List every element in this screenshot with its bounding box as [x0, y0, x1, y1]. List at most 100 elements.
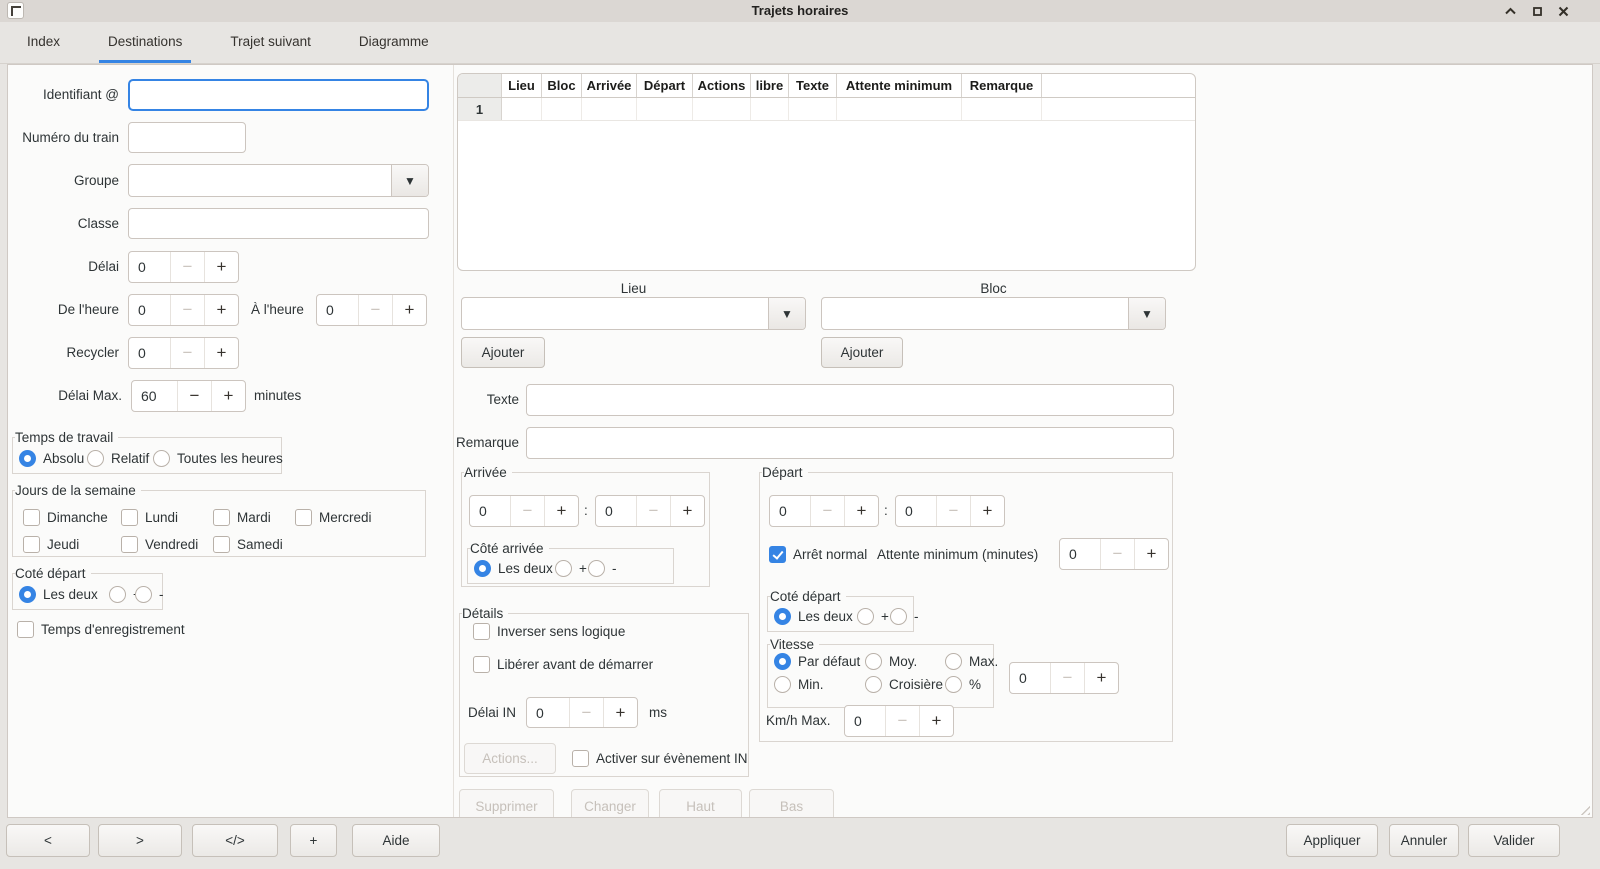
table-row[interactable]: 1 — [458, 98, 1195, 121]
plus-button[interactable]: + — [670, 496, 704, 526]
kmh-max-value[interactable]: 0 — [845, 706, 885, 736]
radio-icon[interactable] — [945, 653, 962, 670]
depart-hour-spinbox[interactable]: 0 − + — [769, 495, 879, 527]
tab-destinations[interactable]: Destinations — [99, 22, 191, 63]
radio-croisiere[interactable]: Croisière — [865, 676, 943, 693]
delai-max-value[interactable]: 60 — [132, 381, 177, 411]
depart-minute-spinbox[interactable]: 0 − + — [895, 495, 1005, 527]
column-header-arrivee[interactable]: Arrivée — [582, 74, 637, 97]
haut-button[interactable]: Haut — [659, 789, 742, 818]
radio-percent[interactable]: % — [945, 676, 981, 693]
plus-button[interactable]: + — [392, 295, 426, 325]
destinations-table[interactable]: Lieu Bloc Arrivée Départ Actions libre T… — [457, 73, 1196, 271]
radio-minus[interactable]: - — [588, 560, 617, 577]
depart-hour-value[interactable]: 0 — [770, 496, 810, 526]
close-icon[interactable] — [1556, 4, 1571, 19]
plus-button[interactable]: + — [970, 496, 1004, 526]
checkbox-icon[interactable] — [121, 536, 138, 553]
recycler-value[interactable]: 0 — [129, 338, 170, 368]
remarque-input[interactable] — [526, 427, 1174, 459]
tab-diagramme[interactable]: Diagramme — [350, 22, 438, 63]
cell-texte[interactable] — [789, 98, 837, 120]
minus-button[interactable]: − — [1100, 539, 1134, 569]
checkbox-mercredi[interactable]: Mercredi — [295, 509, 372, 526]
minus-button[interactable]: − — [170, 338, 204, 368]
radio-icon[interactable] — [945, 676, 962, 693]
checkbox-icon[interactable] — [473, 656, 490, 673]
plus-button[interactable]: + — [603, 698, 637, 727]
delai-spinbox[interactable]: 0 − + — [128, 251, 239, 283]
a-lheure-spinbox[interactable]: 0 − + — [316, 294, 427, 326]
radio-icon[interactable] — [774, 653, 791, 670]
checkbox-samedi[interactable]: Samedi — [213, 536, 283, 553]
radio-minus[interactable]: - — [135, 586, 164, 603]
radio-les-deux[interactable]: Les deux — [774, 608, 853, 625]
plus-button[interactable]: + — [204, 252, 238, 282]
cell-actions[interactable] — [693, 98, 751, 120]
plus-button[interactable]: + — [1134, 539, 1168, 569]
radio-toutes-les-heures[interactable]: Toutes les heures — [153, 450, 283, 467]
minimize-icon[interactable] — [1503, 4, 1518, 19]
radio-les-deux[interactable]: Les deux — [474, 560, 553, 577]
radio-icon[interactable] — [588, 560, 605, 577]
minus-button[interactable]: − — [936, 496, 970, 526]
vitesse-spinbox[interactable]: 0 − + — [1009, 662, 1119, 694]
radio-icon[interactable] — [865, 676, 882, 693]
delai-max-spinbox[interactable]: 60 − + — [131, 380, 246, 412]
minus-button[interactable]: − — [810, 496, 844, 526]
arrivee-hour-spinbox[interactable]: 0 − + — [469, 495, 579, 527]
valider-button[interactable]: Valider — [1468, 824, 1560, 857]
tab-trajet-suivant[interactable]: Trajet suivant — [221, 22, 320, 63]
cell-remarque[interactable] — [962, 98, 1042, 120]
checkbox-lundi[interactable]: Lundi — [121, 509, 178, 526]
column-header-attente-minimum[interactable]: Attente minimum — [837, 74, 962, 97]
radio-icon[interactable] — [774, 608, 791, 625]
vitesse-value[interactable]: 0 — [1010, 663, 1050, 693]
minus-button[interactable]: − — [636, 496, 670, 526]
minus-button[interactable]: − — [170, 295, 204, 325]
checkbox-icon[interactable] — [23, 536, 40, 553]
cell-libre[interactable] — [751, 98, 789, 120]
plus-button[interactable]: + — [919, 706, 953, 736]
delai-value[interactable]: 0 — [129, 252, 170, 282]
checkbox-icon[interactable] — [17, 621, 34, 638]
plus-button[interactable]: + — [1084, 663, 1118, 693]
chevron-down-icon[interactable]: ▼ — [768, 298, 805, 329]
appliquer-button[interactable]: Appliquer — [1286, 824, 1378, 857]
arrivee-minute-spinbox[interactable]: 0 − + — [595, 495, 705, 527]
radio-icon[interactable] — [890, 608, 907, 625]
resize-grip[interactable] — [1579, 804, 1590, 815]
radio-icon[interactable] — [865, 653, 882, 670]
lieu-combobox[interactable]: ▼ — [461, 297, 806, 330]
classe-input[interactable] — [128, 208, 429, 239]
radio-plus[interactable]: + — [857, 608, 889, 625]
plus-button[interactable]: + — [844, 496, 878, 526]
column-header-lieu[interactable]: Lieu — [502, 74, 542, 97]
radio-minus[interactable]: - — [890, 608, 919, 625]
changer-button[interactable]: Changer — [571, 789, 649, 818]
checkbox-arret-normal[interactable]: Arrêt normal — [769, 546, 867, 563]
column-header-depart[interactable]: Départ — [637, 74, 693, 97]
chevron-down-icon[interactable]: ▼ — [391, 165, 428, 196]
checkbox-dimanche[interactable]: Dimanche — [23, 509, 108, 526]
bloc-combobox[interactable]: ▼ — [821, 297, 1166, 330]
plus-button[interactable]: + — [544, 496, 578, 526]
recycler-spinbox[interactable]: 0 − + — [128, 337, 239, 369]
depart-minute-value[interactable]: 0 — [896, 496, 936, 526]
cell-attente-minimum[interactable] — [837, 98, 962, 120]
radio-plus[interactable]: + — [555, 560, 587, 577]
arrivee-hour-value[interactable]: 0 — [470, 496, 510, 526]
radio-icon[interactable] — [19, 450, 36, 467]
de-lheure-spinbox[interactable]: 0 − + — [128, 294, 239, 326]
checkbox-vendredi[interactable]: Vendredi — [121, 536, 198, 553]
minus-button[interactable]: − — [177, 381, 211, 411]
cell-lieu[interactable] — [502, 98, 542, 120]
cell-depart[interactable] — [637, 98, 693, 120]
plus-button[interactable]: + — [211, 381, 245, 411]
checkbox-temps-enregistrement[interactable]: Temps d'enregistrement — [17, 621, 185, 638]
radio-relatif[interactable]: Relatif — [87, 450, 149, 467]
plus-button[interactable]: + — [204, 295, 238, 325]
aide-button[interactable]: Aide — [352, 824, 440, 857]
radio-icon[interactable] — [857, 608, 874, 625]
radio-absolu[interactable]: Absolu — [19, 450, 84, 467]
